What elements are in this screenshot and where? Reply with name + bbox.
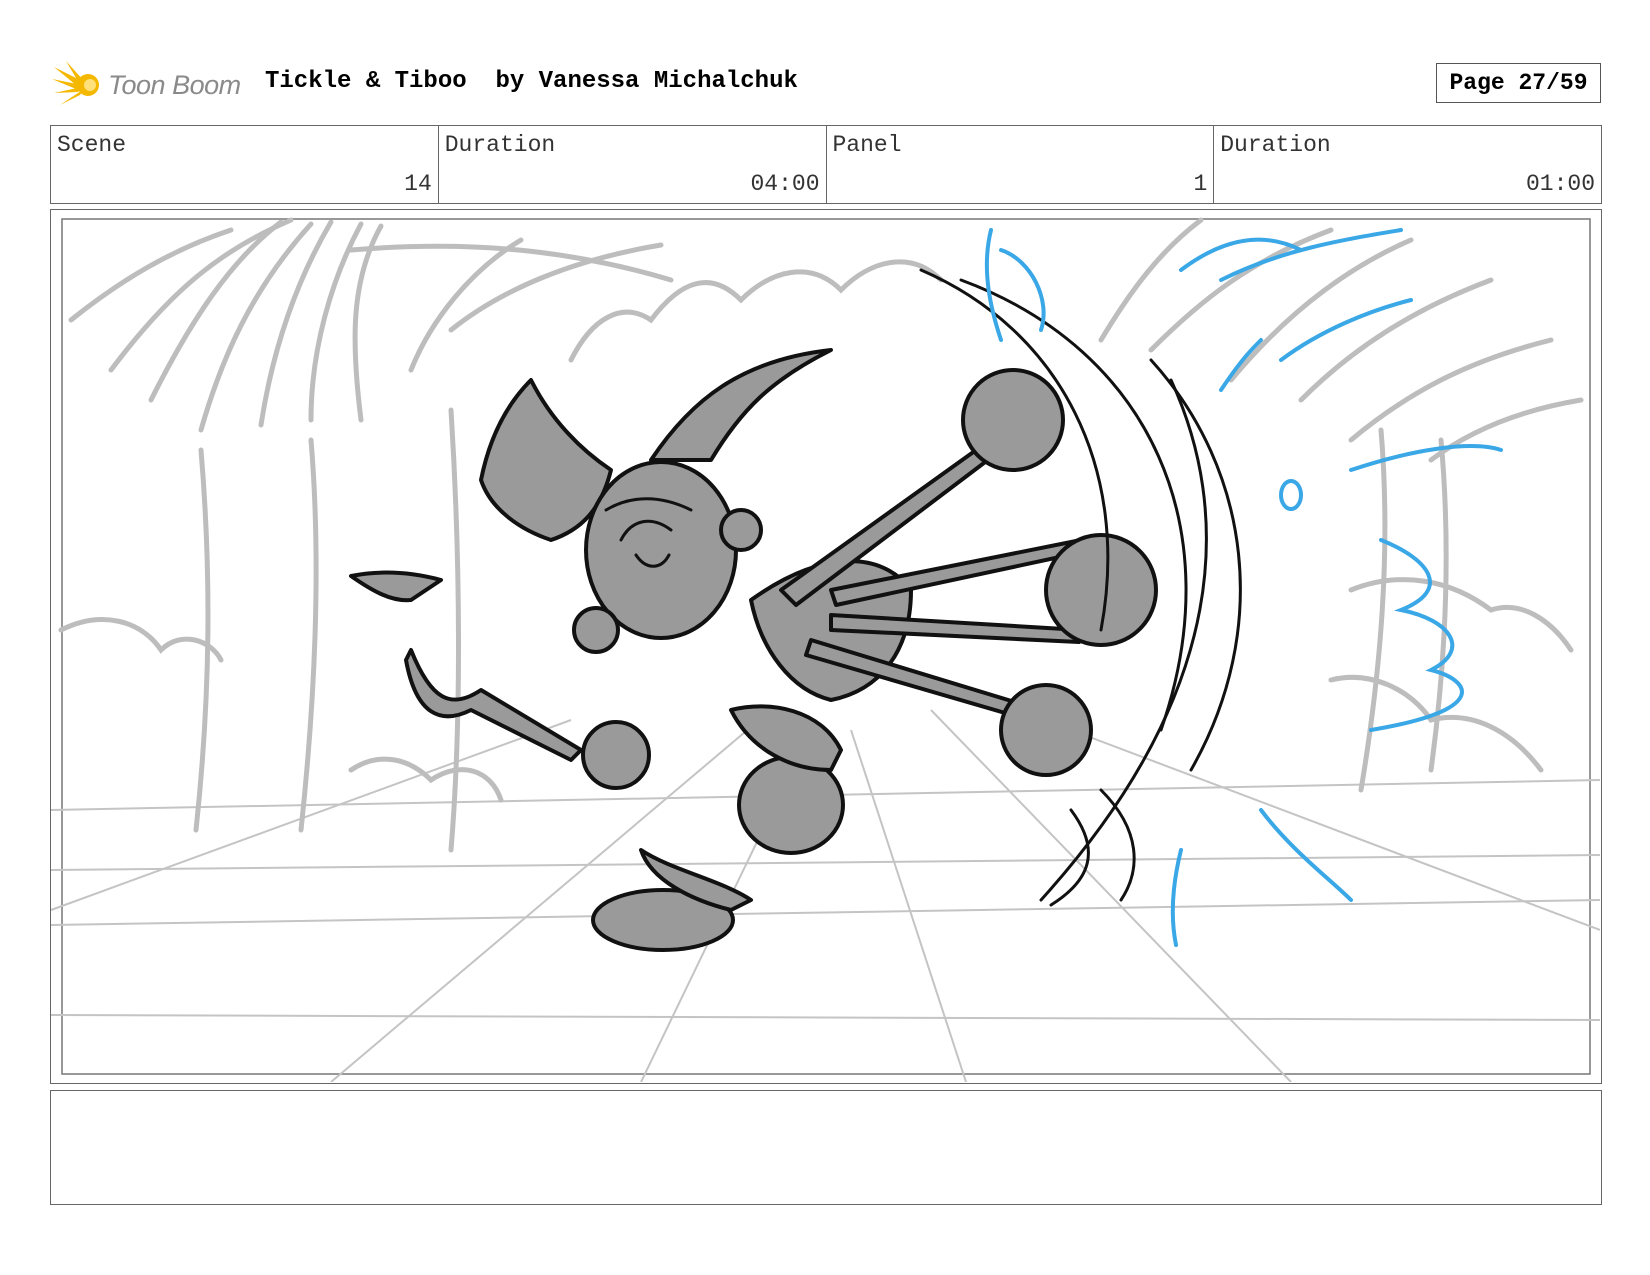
panel-duration-cell: Duration 01:00 bbox=[1214, 126, 1601, 203]
fist-blur-3 bbox=[999, 683, 1093, 777]
panel-duration-value: 01:00 bbox=[1525, 171, 1595, 197]
toon-boom-logo: Toon Boom bbox=[52, 58, 252, 112]
page-number: Page 27/59 bbox=[1436, 63, 1601, 103]
panel-cell: Panel 1 bbox=[827, 126, 1215, 203]
panel-notes bbox=[50, 1090, 1602, 1205]
scene-cell: Scene 14 bbox=[51, 126, 439, 203]
panel-duration-label: Duration bbox=[1220, 132, 1331, 158]
storyboard-title: Tickle & Tiboo by Vanessa Michalchuk bbox=[265, 68, 798, 95]
panel-value: 1 bbox=[1193, 171, 1208, 197]
panel-label: Panel bbox=[832, 132, 902, 158]
storyboard-panel bbox=[50, 209, 1602, 1084]
scene-duration-label: Duration bbox=[444, 132, 556, 158]
scene-duration-value: 04:00 bbox=[750, 171, 820, 197]
starburst-icon bbox=[52, 61, 99, 105]
logo-text: Toon Boom bbox=[108, 69, 241, 100]
fist-left bbox=[581, 720, 651, 790]
panel-info-row: Scene 14 Duration 04:00 Panel 1 Duration… bbox=[50, 125, 1602, 204]
scene-label: Scene bbox=[57, 132, 127, 158]
panel-sketch bbox=[51, 217, 1600, 1082]
fist-blur-1 bbox=[961, 368, 1065, 472]
scene-duration-cell: Duration 04:00 bbox=[439, 126, 827, 203]
scene-value: 14 bbox=[404, 171, 432, 197]
